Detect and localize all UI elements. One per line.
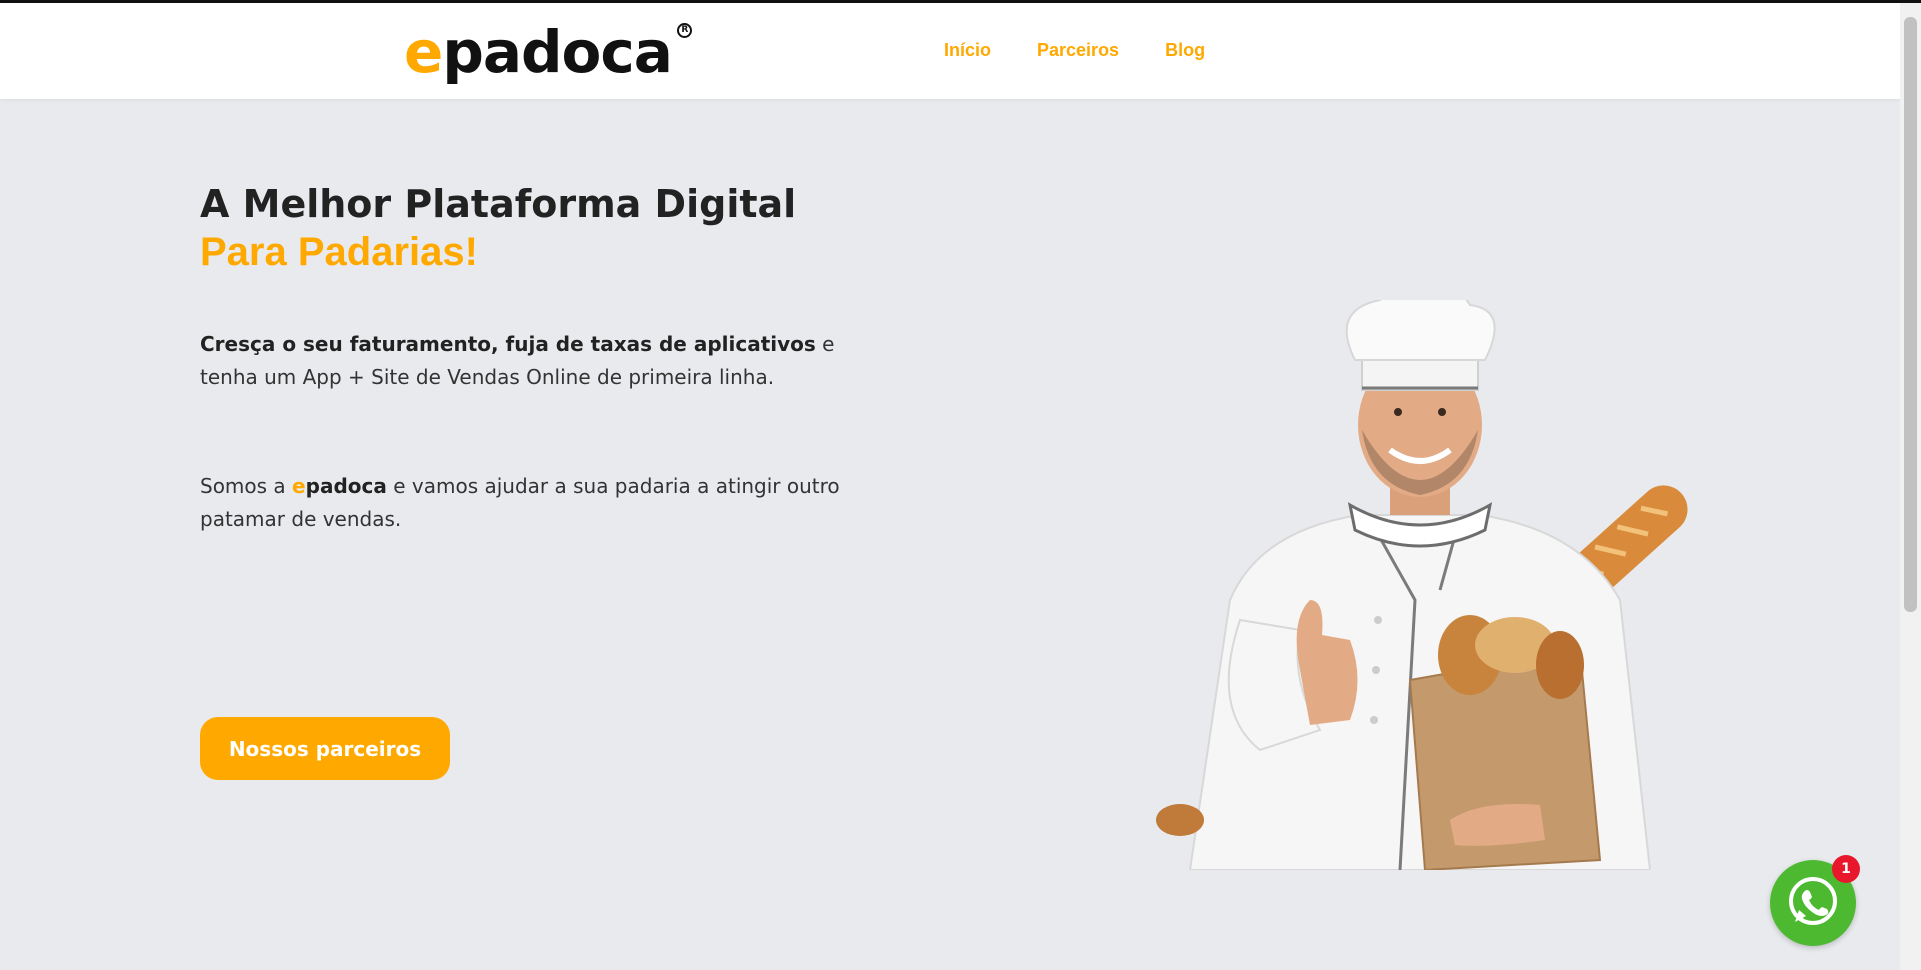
whatsapp-notification-badge: 1 bbox=[1832, 855, 1860, 883]
hero-paragraph-2: Somos a epadoca e vamos ajudar a sua pad… bbox=[200, 474, 840, 531]
chef-illustration-icon bbox=[1156, 287, 1688, 872]
inline-brand-name: epadoca bbox=[292, 474, 387, 498]
site-header: epadoca R Início Parceiros Blog bbox=[0, 3, 1900, 99]
site-logo[interactable]: epadoca R bbox=[404, 17, 692, 87]
page-scrollbar[interactable] bbox=[1900, 3, 1921, 970]
hero-title: A Melhor Plataforma Digital Para Padaria… bbox=[200, 180, 796, 276]
scrollbar-thumb[interactable] bbox=[1904, 17, 1917, 612]
main-nav: Início Parceiros Blog bbox=[944, 40, 1205, 61]
hero-paragraph-1-bold: Cresça o seu faturamento, fuja de taxas … bbox=[200, 332, 816, 356]
nav-link-inicio[interactable]: Início bbox=[944, 40, 991, 61]
registered-mark-icon: R bbox=[676, 23, 692, 38]
partners-cta-button[interactable]: Nossos parceiros bbox=[200, 717, 450, 780]
hero-title-line1: A Melhor Plataforma Digital bbox=[200, 182, 797, 226]
hero-paragraph-1: Cresça o seu faturamento, fuja de taxas … bbox=[200, 332, 835, 389]
nav-link-blog[interactable]: Blog bbox=[1165, 40, 1205, 61]
nav-link-parceiros[interactable]: Parceiros bbox=[1037, 40, 1119, 61]
hero-title-line2: Para Padarias! bbox=[200, 230, 478, 274]
chef-hero-image bbox=[1150, 287, 1730, 872]
